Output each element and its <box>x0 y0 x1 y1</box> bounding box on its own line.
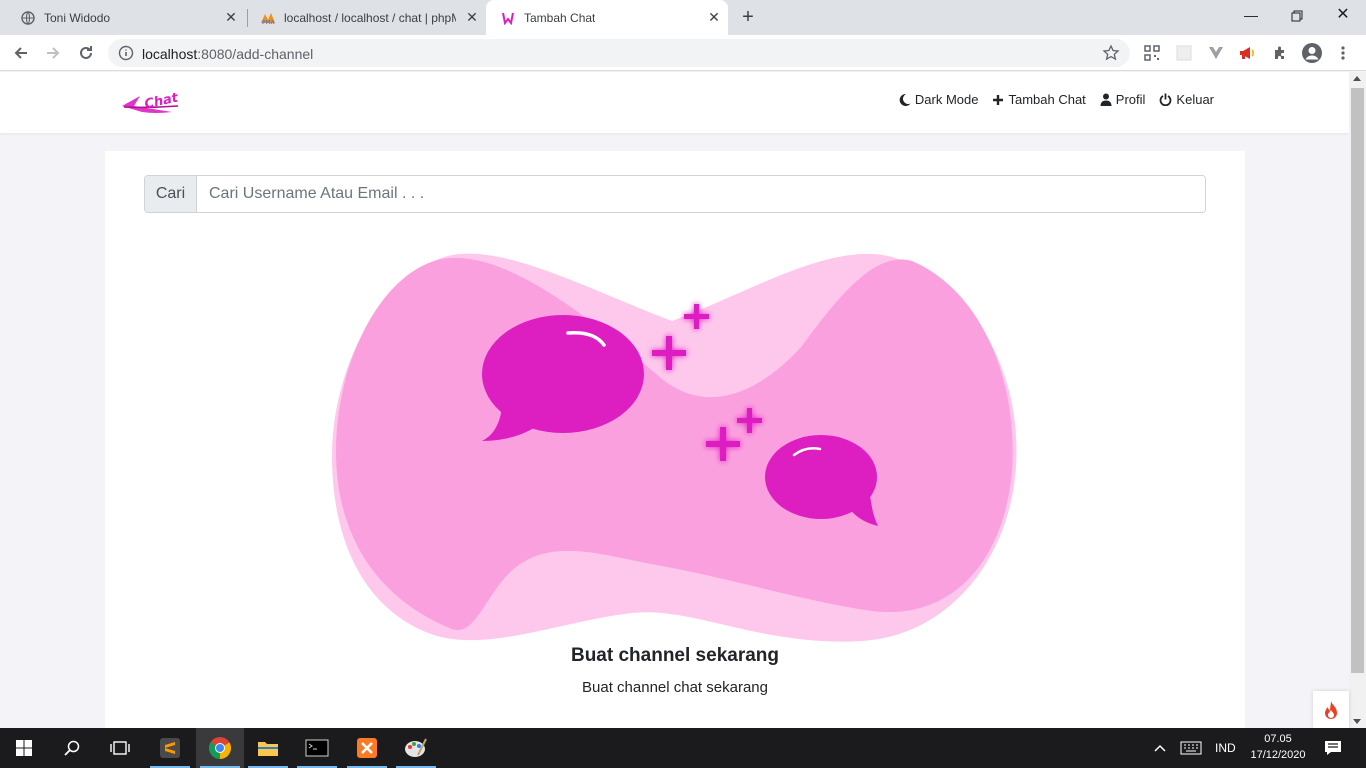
dark-mode-label: Dark Mode <box>914 92 979 107</box>
chrome-icon <box>209 737 231 759</box>
tab-title: Tambah Chat <box>524 10 596 25</box>
clock-time: 07.05 <box>1264 733 1292 745</box>
action-center-button[interactable] <box>1324 728 1342 768</box>
keluar-link[interactable]: Keluar <box>1159 92 1214 107</box>
browser-toolbar: localhost:8080/add-channel <box>0 35 1366 71</box>
vue-devtools-icon[interactable] <box>1207 44 1225 62</box>
close-window-button[interactable]: ✕ <box>1320 0 1366 32</box>
logo-text: Chat <box>143 90 180 112</box>
keyboard-icon <box>1180 741 1202 755</box>
phpmyadmin-icon: PMA <box>260 10 276 26</box>
bookmark-star-icon[interactable] <box>1102 44 1120 62</box>
terminal-icon <box>305 739 329 757</box>
reload-button[interactable] <box>74 41 98 65</box>
tab-title: Toni Widodo <box>44 10 111 25</box>
tambah-chat-link[interactable]: Tambah Chat <box>992 92 1086 107</box>
page-subtext: Buat channel chat sekarang <box>582 679 768 696</box>
xampp-icon <box>357 738 377 758</box>
profil-link[interactable]: Profil <box>1100 92 1146 107</box>
browser-tab-strip: Toni Widodo ✕ PMA localhost / localhost … <box>0 0 1366 35</box>
add-channel-illustration <box>332 253 1017 642</box>
user-icon <box>1100 93 1112 106</box>
search-icon <box>64 740 80 756</box>
power-icon <box>1160 93 1172 106</box>
chrome-menu-icon[interactable] <box>1334 44 1352 62</box>
search-taskbar-button[interactable] <box>48 728 96 768</box>
url-path: :8080/add-channel <box>197 46 314 62</box>
forward-arrow-icon <box>47 47 60 59</box>
plus-icon <box>993 94 1004 105</box>
forward-button[interactable] <box>41 41 65 65</box>
moon-icon <box>899 93 911 106</box>
search-input[interactable] <box>197 176 1205 212</box>
system-clock[interactable]: 07.05 17/12/2020 <box>1246 731 1310 763</box>
file-explorer-taskbar-app[interactable] <box>244 728 292 768</box>
megaphone-extension-icon[interactable] <box>1238 44 1256 62</box>
sublime-text-taskbar-app[interactable] <box>146 728 194 768</box>
windows-taskbar: IND 07.05 17/12/2020 <box>0 728 1366 768</box>
tab-toni-widodo[interactable]: Toni Widodo ✕ <box>0 0 245 35</box>
maximize-button[interactable] <box>1274 0 1320 32</box>
globe-icon <box>20 10 36 26</box>
header-nav: Dark Mode Tambah Chat Profil Keluar <box>898 92 1214 107</box>
chat-logo[interactable]: Chat <box>120 86 182 120</box>
chrome-taskbar-app[interactable] <box>196 728 244 768</box>
paint-palette-icon <box>405 738 427 757</box>
paint-taskbar-app[interactable] <box>392 728 440 768</box>
windows-logo-icon <box>16 740 32 756</box>
clock-date: 17/12/2020 <box>1250 749 1306 761</box>
back-arrow-icon <box>14 47 27 59</box>
scroll-up-arrow-icon[interactable] <box>1353 76 1361 81</box>
blank-extension-icon[interactable] <box>1175 44 1193 62</box>
task-view-icon <box>110 741 130 755</box>
fire-floating-button[interactable] <box>1313 691 1349 728</box>
show-hidden-icons-button[interactable] <box>1154 728 1166 768</box>
tab-close-icon[interactable]: ✕ <box>706 9 722 25</box>
extensions-puzzle-icon[interactable] <box>1271 44 1289 62</box>
touch-keyboard-button[interactable] <box>1180 728 1202 768</box>
terminal-taskbar-app[interactable] <box>293 728 341 768</box>
svg-text:PMA: PMA <box>262 20 275 25</box>
page-heading: Buat channel sekarang <box>570 645 780 666</box>
tab-close-icon[interactable]: ✕ <box>464 9 480 25</box>
site-info-icon[interactable] <box>118 45 134 61</box>
notification-icon <box>1325 741 1341 755</box>
address-bar[interactable]: localhost:8080/add-channel <box>108 39 1130 67</box>
minimize-button[interactable]: — <box>1228 0 1274 32</box>
flame-icon <box>1325 700 1337 719</box>
sublime-text-icon <box>160 738 180 758</box>
profile-avatar-icon[interactable] <box>1300 41 1324 65</box>
tab-close-icon[interactable]: ✕ <box>223 9 239 25</box>
dark-mode-link[interactable]: Dark Mode <box>898 92 979 107</box>
page-scrollbar[interactable] <box>1349 72 1366 728</box>
tab-phpmyadmin[interactable]: PMA localhost / localhost / chat | phpMy… <box>240 0 486 35</box>
folder-icon <box>258 742 278 756</box>
scrollbar-thumb[interactable] <box>1351 88 1364 673</box>
site-header: Chat Dark Mode Tambah Chat Profil Keluar <box>0 72 1349 133</box>
input-language-indicator[interactable]: IND <box>1215 728 1236 768</box>
start-button[interactable] <box>0 728 48 768</box>
scroll-down-arrow-icon[interactable] <box>1353 719 1361 724</box>
keluar-label: Keluar <box>1176 92 1214 107</box>
search-group: Cari <box>144 175 1206 213</box>
profil-label: Profil <box>1115 92 1146 107</box>
main-card: Cari Buat channel sekarang <box>105 151 1245 728</box>
chat-logo-icon <box>500 10 516 26</box>
reload-icon <box>80 46 92 59</box>
qr-code-extension-icon[interactable] <box>1143 44 1161 62</box>
xampp-taskbar-app[interactable] <box>343 728 391 768</box>
back-button[interactable] <box>9 41 33 65</box>
tambah-chat-label: Tambah Chat <box>1008 92 1086 107</box>
chevron-up-icon <box>1154 744 1166 752</box>
new-tab-button[interactable]: + <box>738 7 758 27</box>
search-addon-label: Cari <box>145 176 197 212</box>
url-host: localhost <box>142 46 198 62</box>
task-view-button[interactable] <box>96 728 144 768</box>
url-text[interactable]: localhost:8080/add-channel <box>142 46 313 62</box>
tab-title: localhost / localhost / chat | phpMyAdmi… <box>284 10 456 25</box>
tab-tambah-chat[interactable]: Tambah Chat ✕ <box>486 0 728 35</box>
